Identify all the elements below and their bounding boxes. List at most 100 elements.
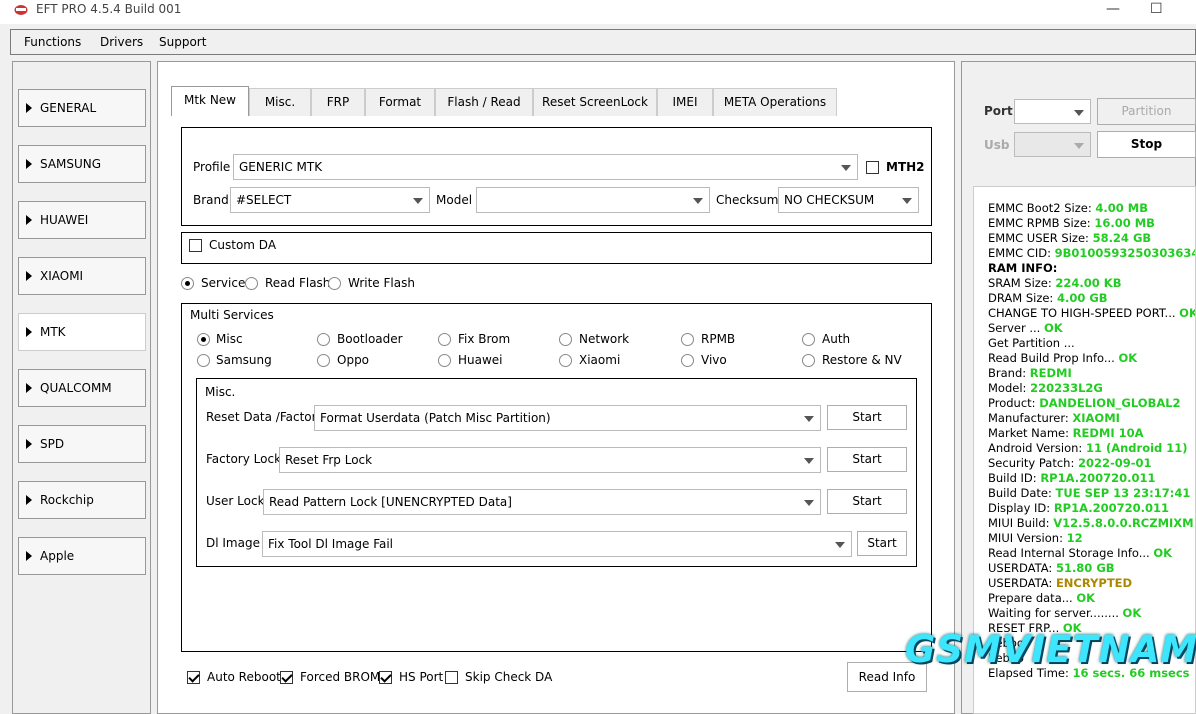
- profile-select[interactable]: GENERIC MTK: [233, 154, 858, 180]
- huawei-radio[interactable]: [438, 354, 451, 367]
- log-line: Build ID: RP1A.200720.011: [988, 471, 1156, 485]
- dl-image-value: Fix Tool Dl Image Fail: [268, 537, 394, 551]
- factory-lock-select[interactable]: Reset Frp Lock: [279, 447, 821, 473]
- reset-data-select[interactable]: Format Userdata (Patch Misc Partition): [314, 405, 821, 431]
- brand-spd-button[interactable]: SPD: [18, 425, 146, 463]
- brand-label: Apple: [40, 549, 75, 563]
- log-line: SRAM Size: 224.00 KB: [988, 276, 1122, 290]
- brand-mtk-button[interactable]: MTK: [18, 313, 146, 351]
- tab-misc[interactable]: Misc.: [249, 88, 311, 116]
- brand-xiaomi-button[interactable]: XIAOMI: [18, 257, 146, 295]
- log-line: EMMC CID: 9B0100593250303634: [988, 246, 1196, 260]
- brand-general-button[interactable]: GENERAL: [18, 89, 146, 127]
- user-lock-value: Read Pattern Lock [UNENCRYPTED Data]: [269, 495, 512, 509]
- mth2-checkbox[interactable]: [866, 161, 879, 174]
- stop-button[interactable]: Stop: [1097, 131, 1196, 158]
- bootloader-radio[interactable]: [317, 333, 330, 346]
- brand-qualcomm-button[interactable]: QUALCOMM: [18, 369, 146, 407]
- log-line: Get Partition ...: [988, 336, 1075, 350]
- dropdown-arrow-icon: [413, 198, 423, 204]
- log-line: Display ID: RP1A.200720.011: [988, 501, 1169, 515]
- caret-right-icon: [26, 383, 32, 393]
- brand-label: SPD: [40, 437, 65, 451]
- multi-services-title: Multi Services: [190, 308, 274, 322]
- service-radio[interactable]: [181, 277, 194, 290]
- menu-drivers[interactable]: Drivers: [100, 35, 143, 49]
- brand-huawei-button[interactable]: HUAWEI: [18, 201, 146, 239]
- tab-mtk-new[interactable]: Mtk New: [171, 86, 249, 116]
- misc-radio[interactable]: [197, 333, 210, 346]
- port-select[interactable]: [1014, 99, 1091, 124]
- vivo-label: Vivo: [701, 353, 727, 367]
- factory-lock-value: Reset Frp Lock: [285, 453, 373, 467]
- log-line: Server ... OK: [988, 321, 1063, 335]
- xiaomi-radio[interactable]: [559, 354, 572, 367]
- brand-rockchip-button[interactable]: Rockchip: [18, 481, 146, 519]
- network-label: Network: [579, 332, 630, 346]
- minimize-button[interactable]: —: [1106, 1, 1120, 17]
- write-flash-radio[interactable]: [328, 277, 341, 290]
- maximize-button[interactable]: ☐: [1150, 1, 1163, 17]
- auto-reboot-checkbox[interactable]: [187, 671, 200, 684]
- user-lock-label: User Lock: [206, 494, 265, 508]
- auto-reboot-label: Auto Reboot: [207, 670, 281, 684]
- custom-da-checkbox[interactable]: [189, 239, 202, 252]
- log-line: DRAM Size: 4.00 GB: [988, 291, 1108, 305]
- vivo-radio[interactable]: [681, 354, 694, 367]
- factory-lock-start-button[interactable]: Start: [827, 447, 907, 472]
- skip-check-da-checkbox[interactable]: [445, 671, 458, 684]
- model-select[interactable]: [476, 187, 710, 213]
- log-line: EMMC Boot2 Size: 4.00 MB: [988, 201, 1148, 215]
- dropdown-arrow-icon: [693, 198, 703, 204]
- tab-frp[interactable]: FRP: [311, 88, 365, 116]
- brand-select[interactable]: #SELECT: [230, 187, 430, 213]
- tab-format[interactable]: Format: [365, 88, 435, 116]
- dropdown-arrow-icon: [1074, 143, 1084, 149]
- fix-brom-radio[interactable]: [438, 333, 451, 346]
- tab-meta-operations[interactable]: META Operations: [713, 88, 837, 116]
- usb-label: Usb: [984, 138, 1010, 152]
- log-line: USERDATA: 51.80 GB: [988, 561, 1115, 575]
- partition-button[interactable]: Partition: [1097, 98, 1196, 125]
- samsung-radio[interactable]: [197, 354, 210, 367]
- brand-label: Rockchip: [40, 493, 94, 507]
- dl-image-start-button[interactable]: Start: [857, 531, 907, 556]
- log-line: MIUI Build: V12.5.8.0.0.RCZMIXM: [988, 516, 1194, 530]
- checksum-select[interactable]: NO CHECKSUM: [778, 187, 919, 213]
- user-lock-start-button[interactable]: Start: [827, 489, 907, 514]
- menu-functions[interactable]: Functions: [24, 35, 81, 49]
- log-line: CHANGE TO HIGH-SPEED PORT... OK: [988, 306, 1196, 320]
- rpmb-radio[interactable]: [681, 333, 694, 346]
- custom-da-label: Custom DA: [209, 238, 277, 252]
- caret-right-icon: [26, 439, 32, 449]
- usb-select[interactable]: [1014, 132, 1091, 157]
- reset-data-start-button[interactable]: Start: [827, 405, 907, 430]
- network-radio[interactable]: [559, 333, 572, 346]
- menu-support[interactable]: Support: [159, 35, 206, 49]
- restore-nv-label: Restore & NV: [822, 353, 902, 367]
- service-label: Service: [201, 276, 246, 290]
- tab-imei[interactable]: IMEI: [657, 88, 713, 116]
- user-lock-select[interactable]: Read Pattern Lock [UNENCRYPTED Data]: [263, 489, 821, 515]
- fix-brom-label: Fix Brom: [458, 332, 511, 346]
- brand-value: #SELECT: [236, 193, 292, 207]
- brand-apple-button[interactable]: Apple: [18, 537, 146, 575]
- dropdown-arrow-icon: [1074, 110, 1084, 116]
- brand-label: Brand: [193, 193, 229, 207]
- tab-reset-screenlock[interactable]: Reset ScreenLock: [533, 88, 657, 116]
- log-line: Model: 220233L2G: [988, 381, 1103, 395]
- forced-brom-checkbox[interactable]: [280, 671, 293, 684]
- hs-port-checkbox[interactable]: [379, 671, 392, 684]
- auth-radio[interactable]: [802, 333, 815, 346]
- huawei-label: Huawei: [458, 353, 503, 367]
- log-line: MIUI Version: 12: [988, 531, 1083, 545]
- restore-nv-radio[interactable]: [802, 354, 815, 367]
- write-flash-label: Write Flash: [348, 276, 415, 290]
- brand-samsung-button[interactable]: SAMSUNG: [18, 145, 146, 183]
- read-flash-radio[interactable]: [245, 277, 258, 290]
- dl-image-select[interactable]: Fix Tool Dl Image Fail: [262, 531, 852, 557]
- tab-flash-read[interactable]: Flash / Read: [435, 88, 533, 116]
- caret-right-icon: [26, 551, 32, 561]
- caret-right-icon: [26, 103, 32, 113]
- oppo-radio[interactable]: [317, 354, 330, 367]
